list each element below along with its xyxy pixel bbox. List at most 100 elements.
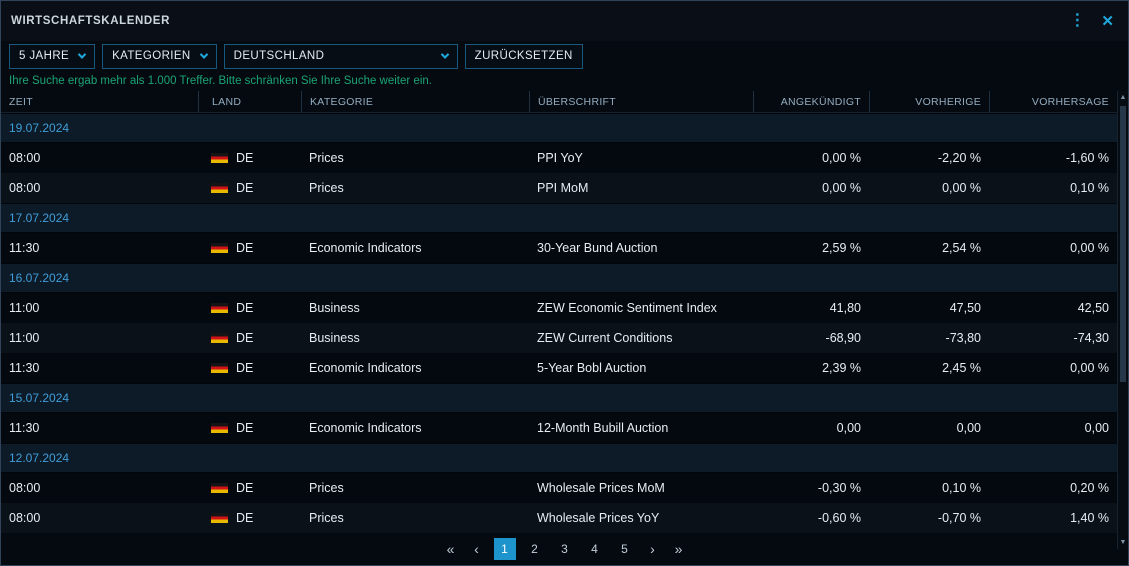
category-cell: Prices	[301, 511, 529, 525]
previous-cell: -73,80	[869, 331, 989, 345]
title-bar: WIRTSCHAFTSKALENDER ⋮ ✕	[1, 1, 1128, 41]
kebab-menu-icon[interactable]: ⋮	[1069, 13, 1085, 29]
germany-flag-icon	[211, 153, 228, 163]
table-row[interactable]: 11:30 DE Economic Indicators 30-Year Bun…	[1, 233, 1117, 263]
page-button-4[interactable]: 4	[584, 538, 606, 560]
table-row[interactable]: 11:00 DE Business ZEW Current Conditions…	[1, 323, 1117, 353]
economic-calendar-widget: WIRTSCHAFTSKALENDER ⋮ ✕ 5 JAHRE KATEGORI…	[0, 0, 1129, 566]
scrollbar-thumb[interactable]	[1120, 106, 1126, 382]
page-button-1[interactable]: 1	[494, 538, 516, 560]
column-header-kategorie[interactable]: KATEGORIE	[301, 91, 529, 112]
category-cell: Business	[301, 301, 529, 315]
germany-flag-icon	[211, 183, 228, 193]
country-cell: DE	[198, 421, 301, 435]
country-code: DE	[236, 421, 253, 435]
table-row[interactable]: 08:00 DE Prices PPI YoY 0,00 % -2,20 % -…	[1, 143, 1117, 173]
time-cell: 11:30	[1, 421, 198, 435]
categories-dropdown[interactable]: KATEGORIEN	[102, 44, 217, 69]
headline-cell: Wholesale Prices YoY	[529, 511, 753, 525]
previous-cell: 2,45 %	[869, 361, 989, 375]
first-page-button[interactable]: «	[442, 538, 460, 560]
previous-cell: 0,00 %	[869, 181, 989, 195]
scrollbar-track[interactable]	[1118, 104, 1128, 536]
date-group-row: 12.07.2024	[1, 443, 1117, 473]
country-code: DE	[236, 241, 253, 255]
forecast-cell: 0,10 %	[989, 181, 1117, 195]
date-label: 16.07.2024	[9, 271, 69, 285]
headline-cell: Wholesale Prices MoM	[529, 481, 753, 495]
germany-flag-icon	[211, 483, 228, 493]
title-bar-icons: ⋮ ✕	[1069, 13, 1114, 29]
country-cell: DE	[198, 181, 301, 195]
previous-cell: 0,00	[869, 421, 989, 435]
category-cell: Business	[301, 331, 529, 345]
column-header-angekuendigt[interactable]: ANGEKÜNDIGT	[753, 91, 869, 112]
country-cell: DE	[198, 481, 301, 495]
column-header-vorherige[interactable]: VORHERIGE	[869, 91, 989, 112]
previous-cell: -2,20 %	[869, 151, 989, 165]
scroll-down-icon[interactable]: ▼	[1118, 536, 1128, 549]
country-code: DE	[236, 511, 253, 525]
period-dropdown-value: 5 JAHRE	[19, 50, 69, 62]
announced-cell: -0,60 %	[753, 511, 869, 525]
last-page-button[interactable]: »	[670, 538, 688, 560]
date-label: 12.07.2024	[9, 451, 69, 465]
prev-page-button[interactable]: ‹	[468, 538, 486, 560]
time-cell: 08:00	[1, 181, 198, 195]
country-code: DE	[236, 481, 253, 495]
country-code: DE	[236, 151, 253, 165]
announced-cell: 0,00	[753, 421, 869, 435]
time-cell: 11:00	[1, 301, 198, 315]
column-header-ueberschrift[interactable]: ÜBERSCHRIFT	[529, 91, 753, 112]
table-row[interactable]: 08:00 DE Prices Wholesale Prices YoY -0,…	[1, 503, 1117, 533]
page-button-3[interactable]: 3	[554, 538, 576, 560]
announced-cell: 0,00 %	[753, 151, 869, 165]
table-row[interactable]: 08:00 DE Prices PPI MoM 0,00 % 0,00 % 0,…	[1, 173, 1117, 203]
germany-flag-icon	[211, 363, 228, 373]
page-button-5[interactable]: 5	[614, 538, 636, 560]
table-header: ZEIT LAND KATEGORIE ÜBERSCHRIFT ANGEKÜND…	[1, 91, 1117, 113]
previous-cell: -0,70 %	[869, 511, 989, 525]
country-code: DE	[236, 331, 253, 345]
announced-cell: -68,90	[753, 331, 869, 345]
chevron-down-icon	[440, 50, 448, 58]
date-group-row: 17.07.2024	[1, 203, 1117, 233]
headline-cell: PPI MoM	[529, 181, 753, 195]
column-header-zeit[interactable]: ZEIT	[1, 91, 198, 112]
date-label: 19.07.2024	[9, 121, 69, 135]
period-dropdown[interactable]: 5 JAHRE	[9, 44, 95, 69]
announced-cell: 41,80	[753, 301, 869, 315]
category-cell: Economic Indicators	[301, 361, 529, 375]
forecast-cell: 0,00 %	[989, 361, 1117, 375]
country-cell: DE	[198, 301, 301, 315]
category-cell: Economic Indicators	[301, 241, 529, 255]
country-code: DE	[236, 361, 253, 375]
category-cell: Prices	[301, 181, 529, 195]
search-result-notice: Ihre Suche ergab mehr als 1.000 Treffer.…	[1, 71, 1128, 91]
table-row[interactable]: 08:00 DE Prices Wholesale Prices MoM -0,…	[1, 473, 1117, 503]
table-row[interactable]: 11:00 DE Business ZEW Economic Sentiment…	[1, 293, 1117, 323]
category-cell: Prices	[301, 151, 529, 165]
close-icon[interactable]: ✕	[1101, 14, 1114, 29]
categories-dropdown-value: KATEGORIEN	[112, 50, 191, 62]
table-row[interactable]: 11:30 DE Economic Indicators 12-Month Bu…	[1, 413, 1117, 443]
column-header-vorhersage[interactable]: VORHERSAGE	[989, 91, 1117, 112]
date-group-row: 15.07.2024	[1, 383, 1117, 413]
headline-cell: PPI YoY	[529, 151, 753, 165]
next-page-button[interactable]: ›	[644, 538, 662, 560]
country-dropdown[interactable]: DEUTSCHLAND	[224, 44, 458, 69]
time-cell: 11:30	[1, 361, 198, 375]
scroll-up-icon[interactable]: ▲	[1118, 91, 1128, 104]
chevron-down-icon	[78, 50, 86, 58]
country-cell: DE	[198, 241, 301, 255]
time-cell: 11:00	[1, 331, 198, 345]
forecast-cell: 1,40 %	[989, 511, 1117, 525]
time-cell: 08:00	[1, 481, 198, 495]
germany-flag-icon	[211, 423, 228, 433]
column-header-land[interactable]: LAND	[198, 91, 301, 112]
reset-button[interactable]: ZURÜCKSETZEN	[465, 44, 583, 69]
page-button-2[interactable]: 2	[524, 538, 546, 560]
widget-title: WIRTSCHAFTSKALENDER	[11, 15, 170, 27]
vertical-scrollbar[interactable]: ▲ ▼	[1117, 91, 1128, 549]
table-row[interactable]: 11:30 DE Economic Indicators 5-Year Bobl…	[1, 353, 1117, 383]
